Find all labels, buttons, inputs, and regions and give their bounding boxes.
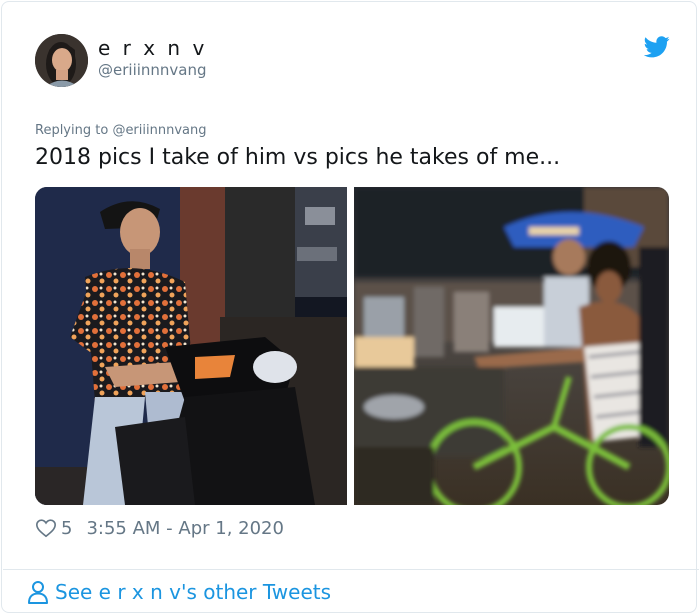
see-other-tweets-link[interactable]: See e r x n v's other Tweets [27, 580, 331, 604]
like-count: 5 [61, 517, 73, 539]
person-icon [28, 581, 48, 604]
tweet-text: 2018 pics I take of him vs pics he takes… [35, 145, 561, 170]
photo-left-image [35, 187, 347, 505]
tweet-timestamp[interactable]: 3:55 AM - Apr 1, 2020 [86, 518, 284, 539]
replying-to-prefix: Replying to [35, 123, 109, 138]
heart-icon[interactable] [35, 517, 57, 539]
see-other-tweets-label[interactable]: See e r x n v's other Tweets [55, 580, 331, 604]
author-handle[interactable]: @eriiinnnvang [98, 61, 207, 79]
footer-divider [3, 569, 699, 570]
tweet-card: e r x n v @eriiinnnvang Replying to @eri… [1, 1, 699, 613]
twitter-bird-icon[interactable] [644, 36, 670, 58]
author-display-name[interactable]: e r x n v [98, 36, 207, 60]
replying-to-mention[interactable]: @eriiinnnvang [112, 123, 206, 138]
woman-on-bike-blurry-photo[interactable] [354, 187, 669, 505]
man-on-scooter-photo[interactable] [35, 187, 347, 505]
tweet-meta: 5 3:55 AM - Apr 1, 2020 [35, 516, 284, 540]
photo-right-image [354, 187, 669, 505]
replying-to: Replying to @eriiinnnvang [35, 123, 206, 138]
avatar[interactable] [35, 34, 88, 87]
avatar-image [35, 34, 88, 87]
